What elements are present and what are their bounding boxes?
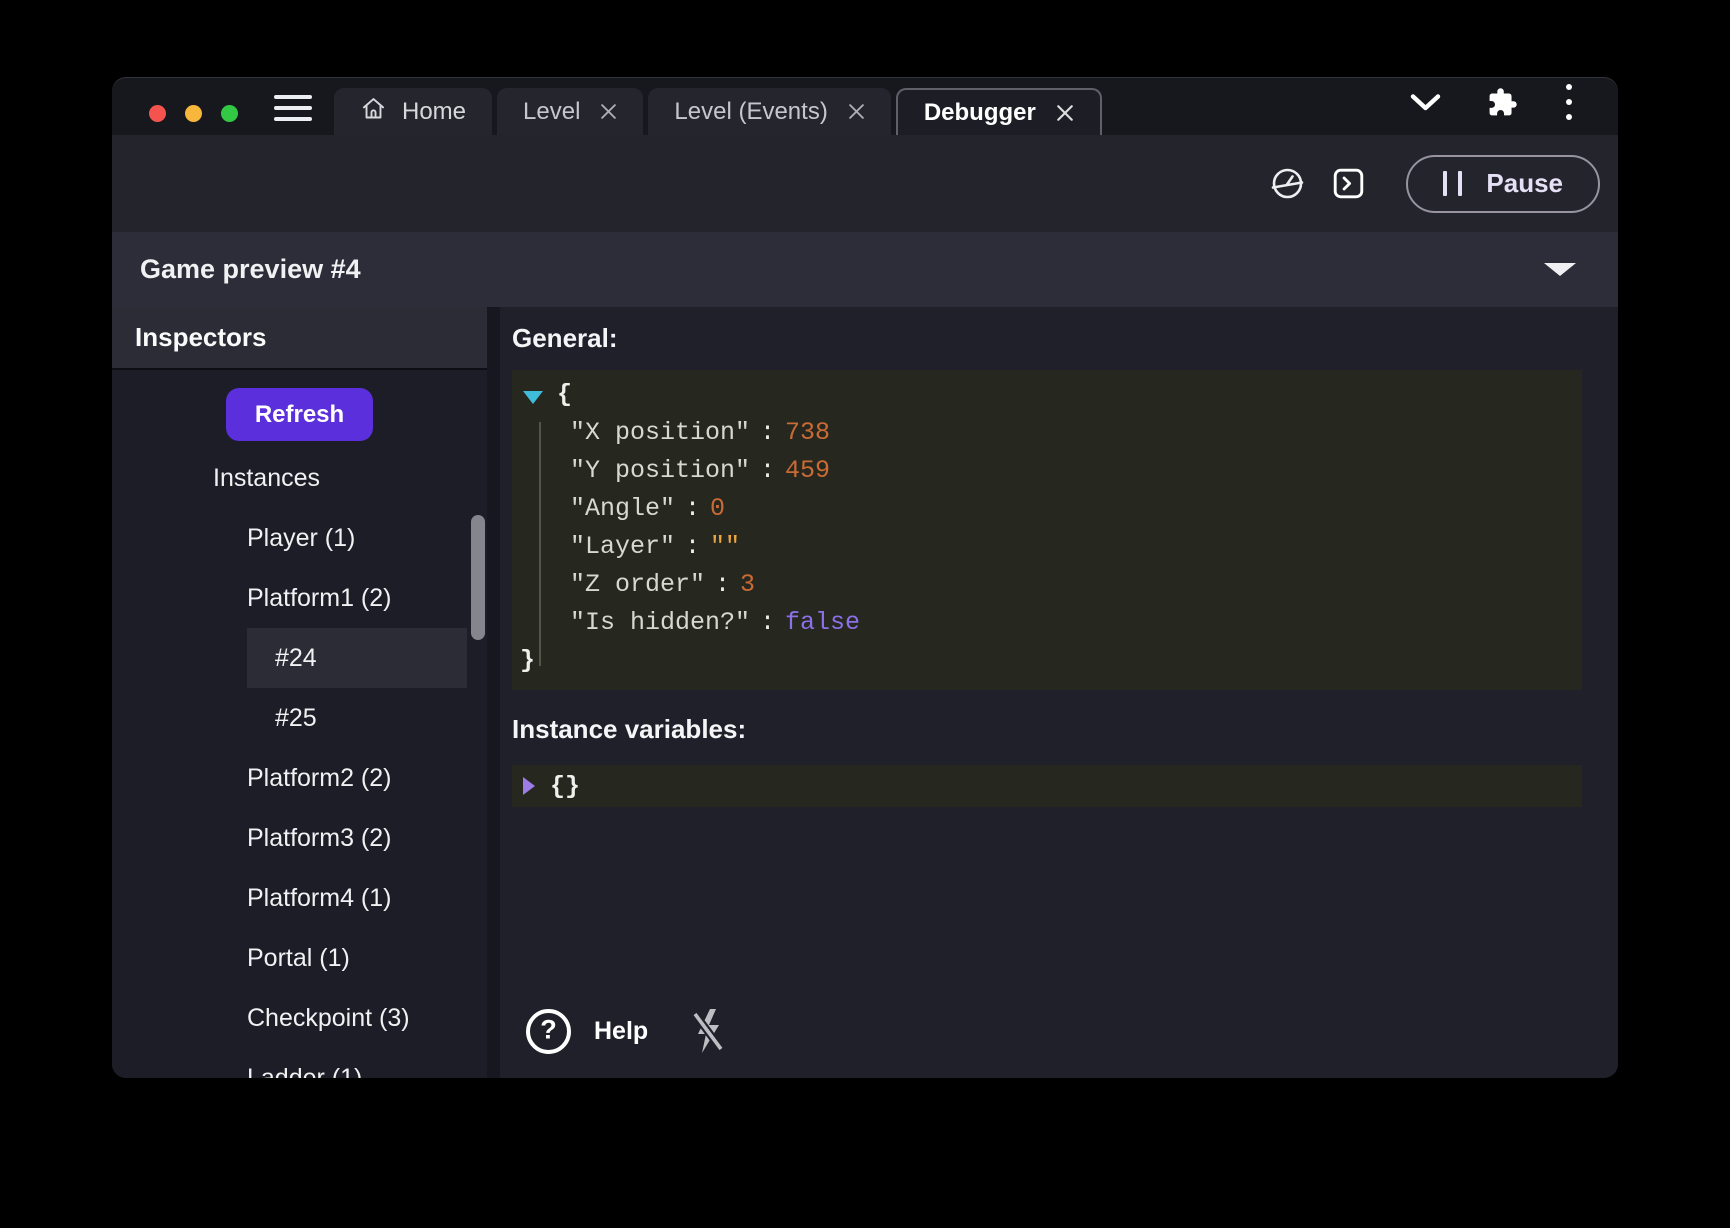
sidebar-scrollbar-thumb[interactable] (471, 515, 485, 640)
json-value[interactable]: 459 (785, 456, 830, 485)
minimize-window-button[interactable] (185, 105, 202, 122)
tree-item-instances[interactable]: Instances (112, 448, 487, 508)
tab-strip: Home Level Level (Events) Debugger (334, 88, 1102, 135)
app-window: Home Level Level (Events) Debugger (112, 77, 1618, 1078)
tab-label: Level (Events) (674, 98, 827, 126)
tab-label: Debugger (924, 99, 1036, 127)
close-tab-icon[interactable] (848, 103, 865, 120)
hamburger-menu-icon[interactable] (274, 95, 312, 121)
json-value[interactable]: "" (710, 532, 740, 561)
tree-item-platform1[interactable]: Platform1 (2) (112, 568, 487, 628)
json-property-row: "Is hidden?": false (520, 604, 1572, 642)
game-preview-header[interactable]: Game preview #4 (112, 232, 1618, 307)
empty-object-braces: {} (550, 772, 580, 801)
tab-home[interactable]: Home (334, 88, 492, 135)
json-colon: : (760, 608, 775, 637)
json-colon: : (715, 570, 730, 599)
home-icon (360, 95, 387, 129)
traffic-lights (149, 105, 238, 122)
kebab-menu-icon[interactable] (1564, 82, 1574, 122)
tree-item-instance-25[interactable]: #25 (112, 688, 487, 748)
json-property-row: "X position":738 (520, 414, 1572, 452)
collapse-caret-icon[interactable] (1544, 263, 1576, 276)
tab-label: Level (523, 98, 580, 126)
inspectors-header: Inspectors (112, 307, 487, 370)
tree-item-instance-24-selected[interactable]: #24 (247, 628, 467, 688)
open-brace: { (557, 376, 572, 414)
desktop-background: Home Level Level (Events) Debugger (0, 0, 1730, 1228)
debugger-toolbar: Pause (112, 135, 1618, 232)
json-colon: : (685, 494, 700, 523)
json-property-row: "Z order":3 (520, 566, 1572, 604)
inspectors-tree: Refresh Instances Player (1) Platform1 (… (112, 370, 487, 1078)
profiler-gauge-icon[interactable] (1270, 166, 1305, 201)
json-key: "Angle" (570, 494, 675, 523)
expand-node-icon[interactable] (523, 777, 535, 795)
flash-off-icon[interactable] (688, 1007, 728, 1055)
json-value[interactable]: false (785, 608, 860, 637)
tree-item-platform3[interactable]: Platform3 (2) (112, 808, 487, 868)
tree-item-checkpoint[interactable]: Checkpoint (3) (112, 988, 487, 1048)
tree-item-platform4[interactable]: Platform4 (1) (112, 868, 487, 928)
tab-label: Home (402, 98, 466, 126)
json-value[interactable]: 738 (785, 418, 830, 447)
json-property-row: "Angle":0 (520, 490, 1572, 528)
json-property-row: "Y position":459 (520, 452, 1572, 490)
game-preview-title: Game preview #4 (140, 254, 361, 285)
pause-button-label: Pause (1486, 168, 1563, 199)
close-window-button[interactable] (149, 105, 166, 122)
tab-debugger[interactable]: Debugger (896, 88, 1102, 135)
debugger-content: Inspectors Refresh Instances Player (1) … (112, 307, 1618, 1078)
json-value[interactable]: 0 (710, 494, 725, 523)
help-button-label: Help (594, 1017, 648, 1046)
zoom-window-button[interactable] (221, 105, 238, 122)
json-colon: : (760, 456, 775, 485)
json-key: "X position" (570, 418, 750, 447)
json-key: "Layer" (570, 532, 675, 561)
tree-item-ladder[interactable]: Ladder (1) (112, 1048, 487, 1078)
instance-details-panel: General: { "X position":738 "Y position"… (500, 307, 1618, 1078)
tab-level[interactable]: Level (497, 88, 643, 135)
collapse-node-icon[interactable] (523, 391, 543, 404)
tab-level-events[interactable]: Level (Events) (648, 88, 890, 135)
tree-item-portal[interactable]: Portal (1) (112, 928, 487, 988)
general-json-viewer: { "X position":738 "Y position":459 "Ang… (512, 370, 1582, 690)
tab-bar: Home Level Level (Events) Debugger (112, 77, 1618, 135)
console-icon[interactable] (1333, 168, 1364, 199)
close-tab-icon[interactable] (1056, 104, 1074, 122)
tree-item-platform2[interactable]: Platform2 (2) (112, 748, 487, 808)
help-question-icon (526, 1009, 571, 1054)
json-key: "Z order" (570, 570, 705, 599)
pause-icon (1443, 171, 1462, 196)
json-colon: : (760, 418, 775, 447)
pause-button[interactable]: Pause (1406, 155, 1600, 213)
close-brace: } (520, 646, 535, 675)
instance-variables-label: Instance variables: (512, 714, 1582, 745)
puzzle-extension-icon[interactable] (1487, 87, 1518, 118)
tree-item-player[interactable]: Player (1) (112, 508, 487, 568)
help-button[interactable]: Help (526, 1009, 648, 1054)
json-colon: : (685, 532, 700, 561)
json-key: "Is hidden?" (570, 608, 750, 637)
chevron-down-icon[interactable] (1410, 93, 1441, 112)
titlebar-actions (1410, 82, 1574, 122)
json-key: "Y position" (570, 456, 750, 485)
close-tab-icon[interactable] (600, 103, 617, 120)
general-section-label: General: (512, 323, 1582, 354)
instance-variables-json-viewer: {} (512, 765, 1582, 807)
help-row: Help (512, 1000, 1582, 1078)
json-property-row: "Layer": "" (520, 528, 1572, 566)
json-value[interactable]: 3 (740, 570, 755, 599)
refresh-button[interactable]: Refresh (226, 388, 373, 441)
inspectors-sidebar: Inspectors Refresh Instances Player (1) … (112, 307, 500, 1078)
json-indent-guide (539, 422, 541, 666)
